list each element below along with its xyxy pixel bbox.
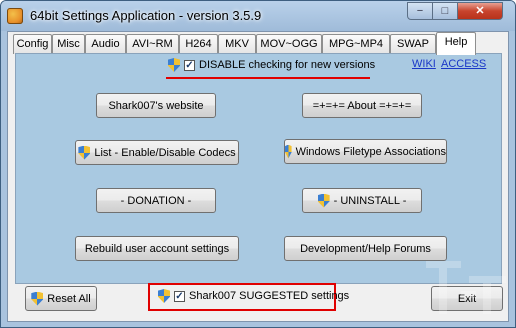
tab-audio[interactable]: Audio xyxy=(85,34,126,54)
rebuild-settings-button-label: Rebuild user account settings xyxy=(84,242,230,255)
tab-h264[interactable]: H264 xyxy=(179,34,218,54)
tab-mov-ogg[interactable]: MOV~OGG xyxy=(256,34,322,54)
tab-mpg-mp4[interactable]: MPG~MP4 xyxy=(322,34,390,54)
forums-button-label: Development/Help Forums xyxy=(300,242,431,255)
rebuild-settings-button[interactable]: Rebuild user account settings xyxy=(75,236,239,261)
tab-config[interactable]: Config xyxy=(13,34,52,54)
website-button[interactable]: Shark007's website xyxy=(96,93,216,118)
tab-misc[interactable]: Misc xyxy=(52,34,85,54)
tab-avi-rm[interactable]: AVI~RM xyxy=(126,34,179,54)
suggested-settings-checkbox[interactable]: ✓ xyxy=(174,290,185,302)
reset-all-label: Reset All xyxy=(47,292,91,305)
disable-update-checkbox[interactable]: ✓ xyxy=(184,59,195,71)
uninstall-button-label: - UNINSTALL - xyxy=(333,194,407,207)
donation-button[interactable]: - DONATION - xyxy=(96,188,216,213)
website-button-label: Shark007's website xyxy=(108,99,204,112)
disable-update-label: DISABLE checking for new versions xyxy=(199,59,376,71)
uninstall-button[interactable]: - UNINSTALL - xyxy=(302,188,422,213)
about-button[interactable]: =+=+= About =+=+= xyxy=(302,93,422,118)
app-window: 64bit Settings Application - version 3.5… xyxy=(0,0,516,328)
access-link[interactable]: ACCESS xyxy=(441,58,486,70)
help-tab-page: ✓ DISABLE checking for new versions WIKI… xyxy=(15,53,502,284)
app-icon xyxy=(7,8,23,24)
close-button[interactable]: ✕ xyxy=(457,2,503,20)
watermark-logo xyxy=(426,261,506,314)
suggested-settings-option[interactable]: ✓ Shark007 SUGGESTED settings xyxy=(158,289,349,303)
uac-shield-icon xyxy=(285,144,292,159)
tab-mkv[interactable]: MKV xyxy=(218,34,256,54)
title-bar[interactable]: 64bit Settings Application - version 3.5… xyxy=(1,1,515,31)
donation-button-label: - DONATION - xyxy=(120,194,192,207)
minimize-button[interactable]: − xyxy=(407,2,433,20)
tab-swap[interactable]: SWAP xyxy=(390,34,436,54)
wiki-link[interactable]: WIKI xyxy=(412,58,436,70)
tab-help[interactable]: Help xyxy=(436,32,476,55)
uac-shield-icon xyxy=(168,58,180,72)
maximize-button[interactable]: □ xyxy=(432,2,458,20)
disable-update-check[interactable]: ✓ DISABLE checking for new versions xyxy=(168,58,375,72)
filetype-associations-button[interactable]: Windows Filetype Associations xyxy=(284,139,447,164)
window-title: 64bit Settings Application - version 3.5… xyxy=(30,8,262,23)
uac-shield-icon xyxy=(31,291,44,306)
about-button-label: =+=+= About =+=+= xyxy=(312,99,412,112)
uac-shield-icon xyxy=(78,145,91,160)
codecs-button[interactable]: List - Enable/Disable Codecs xyxy=(75,140,239,165)
red-underline-annotation xyxy=(166,77,370,79)
codecs-button-label: List - Enable/Disable Codecs xyxy=(94,146,236,159)
suggested-settings-label: Shark007 SUGGESTED settings xyxy=(189,290,350,302)
reset-all-button[interactable]: Reset All xyxy=(25,286,97,311)
uac-shield-icon xyxy=(158,289,170,303)
filetype-associations-button-label: Windows Filetype Associations xyxy=(295,145,446,158)
uac-shield-icon xyxy=(317,193,330,208)
